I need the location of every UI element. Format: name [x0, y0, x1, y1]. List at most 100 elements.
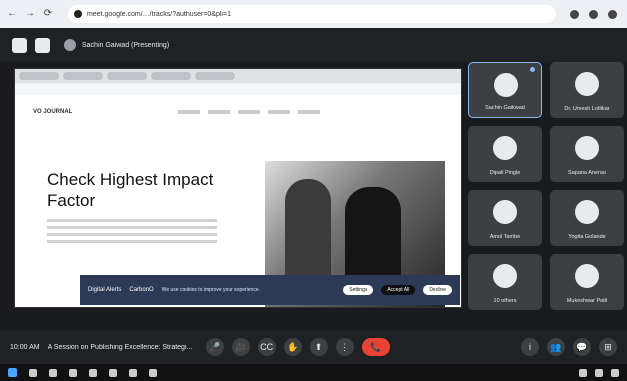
volume-icon[interactable] [595, 368, 603, 377]
system-tray [579, 368, 619, 377]
right-controls: i 👥 💬 ⊞ [521, 338, 617, 356]
participant-tile[interactable]: Sachin Gaikwad [468, 62, 542, 118]
lock-icon [74, 10, 82, 18]
hero-title-line1: Check Highest Impact [47, 170, 214, 189]
participant-tile[interactable]: Dipali Pingle [468, 126, 542, 182]
avatar [493, 136, 517, 160]
avatar [575, 200, 599, 224]
shared-tab [195, 72, 235, 80]
leave-call-button[interactable]: 📞 [361, 338, 390, 356]
shared-address-bar [15, 83, 461, 95]
mic-icon [530, 67, 535, 72]
battery-icon[interactable] [611, 368, 619, 377]
presenting-label: Sachin Gaiwad (Presenting) [82, 41, 170, 49]
participant-name: Sapana Anerao [568, 170, 606, 176]
participant-name: Dipali Pingle [489, 170, 521, 176]
meet-top-bar: Sachin Gaiwad (Presenting) [0, 28, 627, 62]
mic-icon[interactable]: 🎤 [205, 338, 224, 356]
profile-icon[interactable] [608, 9, 617, 19]
shared-tab [107, 72, 147, 80]
meeting-title: A Session on Publishing Excellence: Stra… [47, 343, 193, 351]
participant-tile[interactable]: Dr. Umesh Lotlikar [550, 62, 624, 118]
site-nav-item [208, 110, 231, 114]
cookie-accept-button[interactable]: Accept All [381, 285, 416, 295]
pin-icon[interactable] [35, 37, 50, 53]
cookie-banner: Digital Alerts CarbonO We use cookies to… [80, 275, 460, 305]
download-icon[interactable] [589, 9, 598, 19]
url-text: meet.google.com/…/tracks/?authuser=0&pli… [87, 10, 231, 18]
app-icon[interactable] [69, 368, 77, 377]
shared-tab [151, 72, 191, 80]
participant-name: 10 others [493, 298, 517, 304]
participant-tile[interactable]: Amol Tambe [468, 190, 542, 246]
people-icon[interactable]: 👥 [547, 338, 565, 356]
presenting-indicator: Sachin Gaiwad (Presenting) [64, 39, 169, 51]
os-taskbar [0, 364, 627, 381]
text-line [47, 226, 217, 229]
participant-name: Dr. Umesh Lotlikar [564, 106, 610, 112]
shared-browser-tabs [15, 69, 461, 83]
meeting-time: 10:00 AM [10, 343, 40, 351]
cookie-carbon: CarbonO [129, 287, 154, 293]
forward-icon[interactable]: → [24, 8, 36, 20]
app-icon[interactable] [149, 368, 157, 377]
address-bar[interactable]: meet.google.com/…/tracks/?authuser=0&pli… [68, 5, 556, 23]
browser-toolbar: ← → ⟳ meet.google.com/…/tracks/?authuser… [0, 0, 627, 28]
browser-actions [570, 9, 617, 19]
present-icon[interactable]: ⬆ [309, 338, 328, 356]
participant-tile[interactable]: Yogita Golande [550, 190, 624, 246]
activities-icon[interactable]: ⊞ [599, 338, 617, 356]
star-icon[interactable] [570, 9, 579, 19]
participant-name: Mukeshwar Patil [566, 298, 608, 304]
avatar [575, 136, 599, 160]
wifi-icon[interactable] [579, 368, 587, 377]
shared-tab [19, 72, 59, 80]
app-icon[interactable] [109, 368, 117, 377]
meeting-controls: 10:00 AM A Session on Publishing Excelle… [0, 330, 627, 364]
avatar [493, 200, 517, 224]
hero-title-line2: Factor [47, 191, 96, 210]
back-icon[interactable]: ← [6, 8, 18, 20]
avatar [493, 264, 517, 288]
site-nav [178, 110, 321, 114]
avatar [494, 73, 518, 97]
participant-tile[interactable]: 10 others [468, 254, 542, 310]
participant-name: Yogita Golande [568, 234, 606, 240]
participant-name: Amol Tambe [489, 234, 521, 240]
start-icon[interactable] [8, 368, 17, 377]
shared-screen: VO JOURNAL Check Highest Impact Factor D… [14, 68, 462, 308]
avatar [575, 264, 599, 288]
captions-icon[interactable]: CC [257, 338, 276, 356]
participant-tile[interactable]: Mukeshwar Patil [550, 254, 624, 310]
site-header: VO JOURNAL [15, 95, 461, 129]
app-icon[interactable] [89, 368, 97, 377]
avatar [575, 72, 599, 96]
site-nav-item [298, 110, 321, 114]
site-nav-item [178, 110, 201, 114]
raise-hand-icon[interactable]: ✋ [283, 338, 302, 356]
shared-tab [63, 72, 103, 80]
chat-icon[interactable]: 💬 [573, 338, 591, 356]
more-options-icon[interactable]: ⋮ [335, 338, 354, 356]
cookie-brand: Digital Alerts [88, 287, 122, 293]
participant-name: Sachin Gaikwad [485, 105, 525, 111]
text-line [47, 233, 217, 236]
reload-icon[interactable]: ⟳ [42, 8, 54, 20]
text-line [47, 219, 217, 222]
text-line [47, 240, 217, 243]
hero-text [47, 219, 217, 247]
layout-icon[interactable] [12, 37, 27, 53]
cookie-decline-button[interactable]: Decline [423, 285, 452, 295]
hero-person [285, 179, 331, 289]
app-icon[interactable] [129, 368, 137, 377]
participant-tile[interactable]: Sapana Anerao [550, 126, 624, 182]
participants-grid: Sachin Gaikwad Dr. Umesh Lotlikar Dipali… [468, 62, 627, 310]
search-icon[interactable] [29, 368, 37, 377]
camera-icon[interactable]: 🎥 [231, 338, 250, 356]
presenter-avatar [64, 39, 76, 51]
cookie-settings-button[interactable]: Settings [343, 285, 374, 295]
cookie-message: We use cookies to improve your experienc… [161, 287, 261, 293]
task-view-icon[interactable] [49, 368, 57, 377]
info-icon[interactable]: i [521, 338, 539, 356]
hero-title: Check Highest Impact Factor [47, 169, 213, 211]
